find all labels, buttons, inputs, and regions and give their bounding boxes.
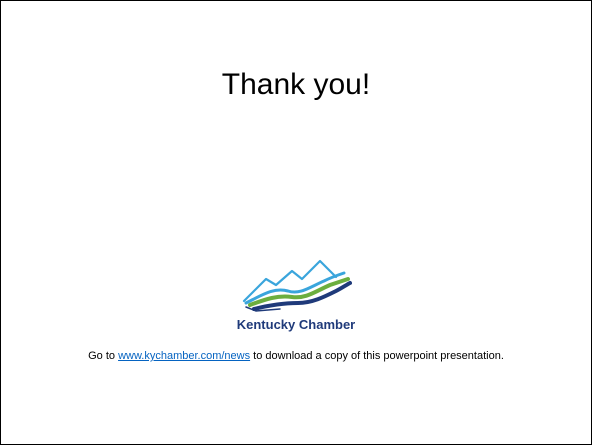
mountain-logo-icon — [242, 259, 352, 312]
kentucky-chamber-logo: Kentucky Chamber — [237, 257, 355, 337]
slide-title: Thank you! — [221, 68, 371, 101]
logo-wordmark: Kentucky Chamber — [236, 317, 356, 332]
download-caption: Go to www.kychamber.com/news to download… — [71, 349, 521, 363]
slide: Thank you! Kentucky Chamber Go to www.ky… — [0, 0, 592, 445]
caption-suffix: to download a copy of this powerpoint pr… — [250, 350, 504, 362]
kychamber-news-link[interactable]: www.kychamber.com/news — [118, 350, 250, 362]
caption-prefix: Go to — [88, 350, 119, 362]
